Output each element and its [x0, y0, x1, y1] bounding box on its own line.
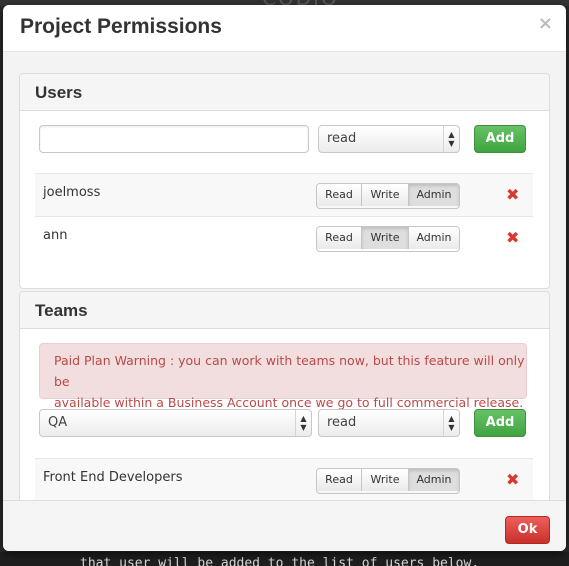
read-button[interactable]: Read [317, 227, 362, 249]
select-arrows-icon: ▲ ▼ [443, 126, 459, 152]
modal-header: Project Permissions × [3, 5, 566, 52]
remove-icon[interactable]: ✖ [506, 185, 519, 204]
warning-line-1: Paid Plan Warning : you can work with te… [54, 353, 525, 389]
modal-footer: Ok [3, 500, 566, 551]
permission-toggle-group: Read Write Admin [316, 468, 460, 494]
project-permissions-modal: Project Permissions × Users read ▲ ▼ Add … [3, 5, 566, 551]
permission-toggle-group: Read Write Admin [316, 183, 460, 209]
select-arrows-icon: ▲ ▼ [295, 410, 311, 436]
remove-icon[interactable]: ✖ [506, 470, 519, 489]
team-name: Front End Developers [43, 470, 183, 485]
backdrop-text: that user will be added to the list of u… [80, 556, 480, 566]
user-row: joelmoss Read Write Admin ✖ [35, 173, 533, 217]
teams-heading: Teams [20, 292, 549, 329]
write-button[interactable]: Write [362, 184, 409, 206]
user-permission-select-value: read [327, 131, 357, 146]
paid-plan-warning: Paid Plan Warning : you can work with te… [39, 343, 527, 410]
users-heading: Users [20, 74, 549, 111]
team-permission-select-value: read [327, 415, 357, 430]
team-select[interactable]: QA ▲ ▼ [39, 409, 312, 437]
modal-title: Project Permissions [20, 15, 222, 38]
modal-body[interactable]: Users read ▲ ▼ Add joelmoss Read Write Ad… [3, 52, 566, 500]
team-permission-select[interactable]: read ▲ ▼ [318, 409, 460, 437]
write-button[interactable]: Write [362, 469, 409, 491]
user-search-input[interactable] [39, 125, 309, 153]
select-arrows-icon: ▲ ▼ [443, 410, 459, 436]
team-select-value: QA [48, 415, 68, 430]
write-button[interactable]: Write [362, 227, 409, 249]
remove-icon[interactable]: ✖ [506, 228, 519, 247]
admin-button[interactable]: Admin [409, 184, 459, 206]
admin-button[interactable]: Admin [409, 227, 459, 249]
add-team-button[interactable]: Add [474, 409, 526, 437]
read-button[interactable]: Read [317, 469, 362, 491]
user-name: joelmoss [43, 185, 101, 200]
read-button[interactable]: Read [317, 184, 362, 206]
backdrop-footer: that user will be added to the list of u… [0, 552, 569, 566]
user-row: ann Read Write Admin ✖ [35, 216, 533, 260]
ok-button[interactable]: Ok [505, 516, 550, 544]
teams-panel: Teams Paid Plan Warning : you can work w… [19, 291, 550, 500]
add-user-button[interactable]: Add [474, 125, 526, 153]
users-panel: Users read ▲ ▼ Add joelmoss Read Write Ad… [19, 73, 550, 289]
user-permission-select[interactable]: read ▲ ▼ [318, 125, 460, 153]
permission-toggle-group: Read Write Admin [316, 226, 460, 252]
admin-button[interactable]: Admin [409, 469, 459, 491]
close-icon[interactable]: × [538, 13, 553, 34]
user-name: ann [43, 228, 68, 243]
team-row: Front End Developers Read Write Admin ✖ [35, 458, 533, 500]
